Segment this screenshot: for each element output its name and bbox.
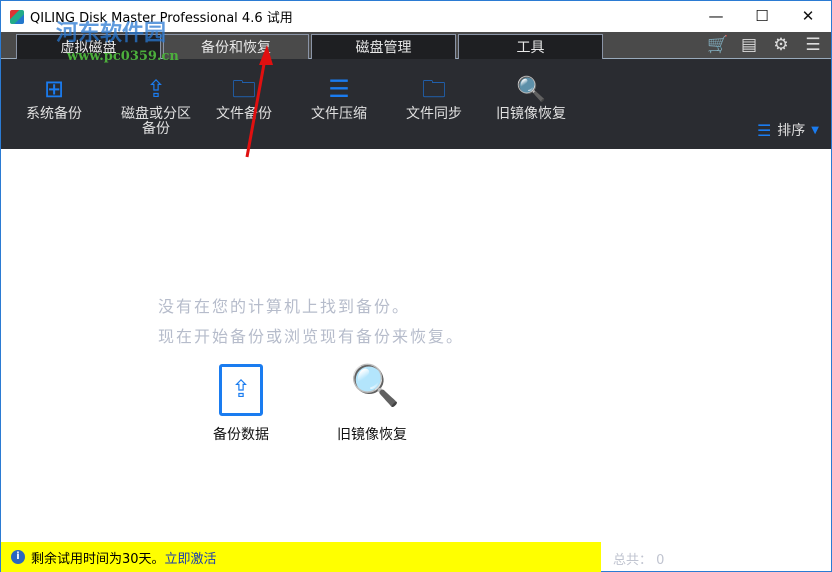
trial-status-bar: i 剩余试用时间为30天。 立即激活 xyxy=(1,542,601,572)
close-button[interactable]: ✕ xyxy=(785,1,831,31)
list-icon: ☰ xyxy=(756,120,772,140)
sort-label: 排序 xyxy=(777,123,806,139)
caret-down-icon: ▼ xyxy=(811,124,819,136)
label: 旧镜像恢复 xyxy=(496,106,566,122)
menu-icon[interactable]: ☰ xyxy=(803,35,823,55)
folder-sync-icon: 🗀 xyxy=(422,75,446,103)
tab-disk-management[interactable]: 磁盘管理 xyxy=(311,34,456,59)
old-image-restore-button[interactable]: 🔍 旧镜像恢复 xyxy=(486,75,576,122)
gear-icon[interactable]: ⚙ xyxy=(771,35,791,55)
old-image-restore-big-button[interactable]: 🔍 旧镜像恢复 xyxy=(317,364,427,444)
notebook-icon[interactable]: ▤ xyxy=(739,35,759,55)
label: 旧镜像恢复 xyxy=(337,427,407,443)
label: 系统备份 xyxy=(26,106,82,122)
folder-search-icon: 🔍 xyxy=(350,363,400,409)
maximize-button[interactable]: ☐ xyxy=(739,1,785,31)
no-backup-message: 没有在您的计算机上找到备份。 xyxy=(158,297,411,316)
sort-button[interactable]: ☰ 排序 ▼ xyxy=(757,120,819,140)
trial-text: 剩余试用时间为30天。 xyxy=(31,551,165,567)
app-icon xyxy=(10,9,24,24)
backup-data-button[interactable]: ⇪ 备份数据 xyxy=(201,364,281,444)
info-icon: i xyxy=(11,550,25,564)
compress-icon: ☰ xyxy=(328,75,350,103)
file-sync-button[interactable]: 🗀 文件同步 xyxy=(389,75,479,122)
cart-icon[interactable]: 🛒 xyxy=(707,35,728,55)
folder-search-icon: 🔍 xyxy=(516,75,546,103)
watermark: 河东软件园 xyxy=(56,21,167,46)
system-backup-button[interactable]: ⊞ 系统备份 xyxy=(9,75,99,122)
tab-backup-restore[interactable]: 备份和恢复 xyxy=(163,34,309,59)
label: 文件同步 xyxy=(406,106,462,122)
windows-grid-icon: ⊞ xyxy=(43,75,65,103)
backup-icon: ⇪ xyxy=(219,364,263,416)
watermark-url: www.pc0359.cn xyxy=(67,49,179,64)
minimize-button[interactable]: — xyxy=(693,1,739,31)
label: 文件压缩 xyxy=(311,106,367,122)
label: 磁盘或分区 备份 xyxy=(121,106,191,137)
toolbar: ⊞ 系统备份 ⇪ 磁盘或分区 备份 🗀 文件备份 ☰ 文件压缩 🗀 文件同步 🔍 旧镜像恢复… xyxy=(1,59,831,149)
total-count: 总共： 0 xyxy=(613,553,665,568)
hint-message: 现在开始备份或浏览现有备份来恢复。 xyxy=(158,327,465,346)
label: 备份数据 xyxy=(213,427,269,443)
red-arrow-annotation xyxy=(245,45,273,158)
file-compress-button[interactable]: ☰ 文件压缩 xyxy=(294,75,384,122)
main-area: 没有在您的计算机上找到备份。 现在开始备份或浏览现有备份来恢复。 ⇪ 备份数据 🔍… xyxy=(1,150,831,542)
tab-tools[interactable]: 工具 xyxy=(458,34,603,59)
disk-partition-backup-button[interactable]: ⇪ 磁盘或分区 备份 xyxy=(111,75,201,137)
activate-link[interactable]: 立即激活 xyxy=(165,548,217,567)
disk-backup-icon: ⇪ xyxy=(145,75,167,103)
